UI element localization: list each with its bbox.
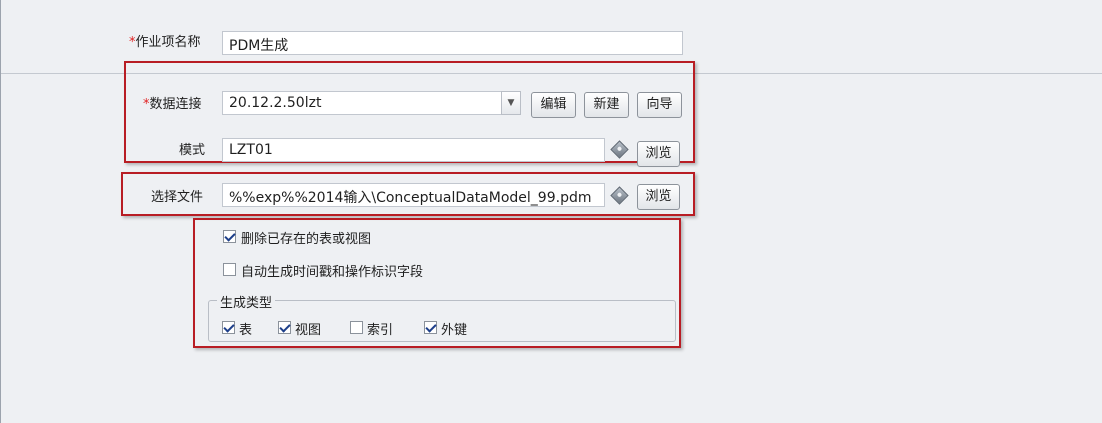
drop-existing-label: 删除已存在的表或视图 (241, 232, 372, 247)
type-view-label: 视图 (295, 323, 322, 338)
file-browse-button[interactable]: 浏览 (637, 184, 680, 210)
type-index-checkbox[interactable] (350, 321, 363, 334)
new-button[interactable]: 新建 (584, 92, 629, 118)
type-table-label: 表 (239, 323, 253, 338)
drop-existing-checkbox[interactable] (223, 230, 236, 243)
type-table-checkbox[interactable] (222, 321, 235, 334)
auto-timestamp-label: 自动生成时间戳和操作标识字段 (241, 265, 424, 280)
type-view-checkbox[interactable] (278, 321, 291, 334)
schema-label: 模式 (179, 143, 206, 158)
auto-timestamp-checkbox[interactable] (223, 263, 236, 276)
type-index-label: 索引 (367, 323, 394, 338)
gen-type-title: 生成类型 (217, 292, 276, 311)
type-foreign-key-checkbox[interactable] (424, 321, 437, 334)
task-name-input[interactable]: PDM生成 (222, 31, 683, 55)
schema-input[interactable]: LZT01 (222, 138, 605, 162)
edit-button[interactable]: 编辑 (531, 92, 576, 118)
schema-browse-button[interactable]: 浏览 (637, 141, 680, 167)
file-input[interactable]: %%exp%%2014输入\ConceptualDataModel_99.pdm (222, 183, 605, 207)
task-name-label: *作业项名称 (129, 35, 201, 50)
file-label: 选择文件 (151, 190, 204, 205)
data-connection-label: *数据连接 (143, 97, 202, 112)
type-foreign-key-label: 外键 (441, 323, 468, 338)
data-connection-select[interactable]: 20.12.2.50lzt (222, 91, 503, 115)
chevron-down-icon[interactable]: ▼ (501, 91, 521, 115)
form-panel: *作业项名称 PDM生成 *数据连接 20.12.2.50lzt ▼ 编辑 新建… (0, 0, 1102, 423)
wizard-button[interactable]: 向导 (637, 92, 682, 118)
